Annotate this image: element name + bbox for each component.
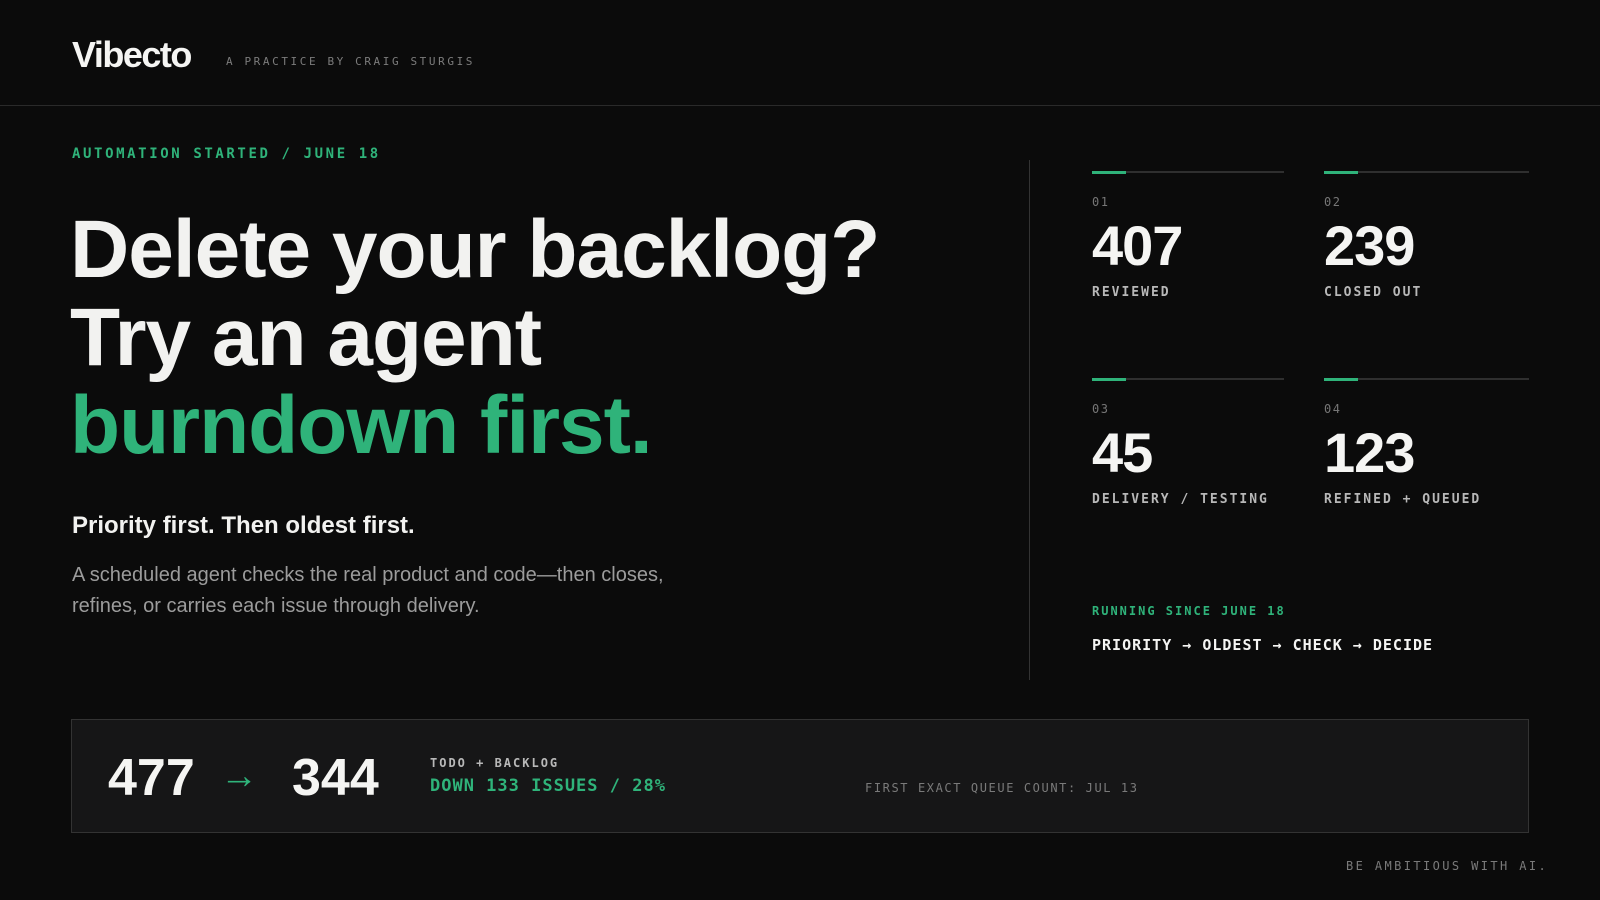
eyebrow: AUTOMATION STARTED / JUNE 18	[72, 146, 381, 162]
stat-accent	[1324, 377, 1358, 381]
stat-label: DELIVERY / TESTING	[1092, 492, 1269, 507]
stat-label: CLOSED OUT	[1324, 285, 1423, 300]
queue-count-before: 477	[108, 749, 195, 807]
queue-count-after: 344	[292, 749, 379, 807]
headline-line-1: Delete your backlog?	[70, 204, 880, 295]
stat-accent	[1324, 170, 1358, 174]
stat-index: 04	[1324, 402, 1342, 416]
process-sequence: PRIORITY → OLDEST → CHECK → DECIDE	[1092, 636, 1434, 654]
vertical-divider	[1029, 160, 1030, 680]
arrow-right-icon: →	[220, 755, 258, 797]
stat-index: 02	[1324, 195, 1342, 209]
site-header: Vibecto A PRACTICE BY CRAIG STURGIS	[0, 0, 1600, 106]
stat-rule	[1092, 170, 1284, 174]
stat-label: REFINED + QUEUED	[1324, 492, 1482, 507]
stat-index: 03	[1092, 402, 1110, 416]
body-text: A scheduled agent checks the real produc…	[72, 564, 664, 617]
stat-index: 01	[1092, 195, 1110, 209]
subhead: Priority first. Then oldest first.	[72, 512, 415, 539]
stat-rule	[1324, 377, 1529, 381]
footer-note: BE AMBITIOUS WITH AI.	[1346, 859, 1549, 873]
queue-panel: 477 → 344 TODO + BACKLOG DOWN 133 ISSUES…	[71, 719, 1529, 833]
stat-accent	[1092, 170, 1126, 174]
headline-line-2: Try an agent	[70, 292, 542, 383]
stat-label: REVIEWED	[1092, 285, 1171, 300]
headline: Delete your backlog? Try an agent burndo…	[70, 204, 880, 471]
tagline: A PRACTICE BY CRAIG STURGIS	[226, 55, 476, 68]
running-since: RUNNING SINCE JUNE 18	[1092, 604, 1286, 618]
stat-value: 45	[1092, 421, 1153, 484]
stat-rule	[1324, 170, 1529, 174]
queue-delta: DOWN 133 ISSUES / 28%	[430, 776, 666, 796]
logo[interactable]: Vibecto	[72, 34, 192, 76]
stat-rule	[1092, 377, 1284, 381]
headline-line-3: burndown first.	[70, 380, 653, 471]
queue-label: TODO + BACKLOG	[430, 756, 560, 770]
queue-note: FIRST EXACT QUEUE COUNT: JUL 13	[865, 781, 1139, 795]
stat-value: 407	[1092, 214, 1183, 277]
stat-value: 123	[1324, 421, 1415, 484]
stat-value: 239	[1324, 214, 1415, 277]
stat-accent	[1092, 377, 1126, 381]
